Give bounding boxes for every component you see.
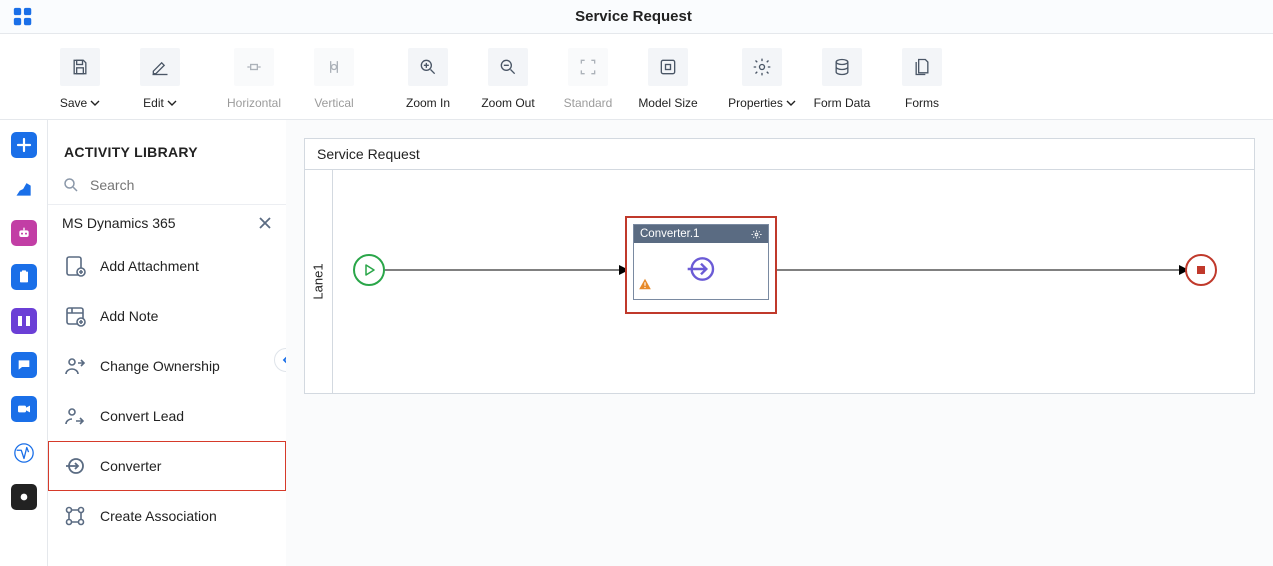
lib-item-create-association[interactable]: Create Association xyxy=(48,491,286,541)
search-input[interactable] xyxy=(90,177,250,193)
lib-item-change-ownership[interactable]: Change Ownership xyxy=(48,341,286,391)
video-icon[interactable] xyxy=(11,396,37,422)
edit-button[interactable]: Edit xyxy=(120,48,200,110)
pencil-icon xyxy=(150,57,170,77)
lane-header[interactable]: Lane1 xyxy=(305,170,333,393)
process-canvas[interactable]: Service Request Lane1 Converter.1 xyxy=(304,138,1255,394)
form-data-button[interactable]: Form Data xyxy=(802,48,882,110)
properties-button[interactable]: Properties xyxy=(722,48,802,110)
note-icon xyxy=(62,303,88,329)
end-node[interactable] xyxy=(1185,254,1217,286)
stop-icon xyxy=(1197,266,1205,274)
chevron-down-icon xyxy=(90,98,100,108)
columns-icon[interactable] xyxy=(11,308,37,334)
gear-icon[interactable] xyxy=(751,229,762,240)
connector-arrow xyxy=(777,264,1189,276)
lane-label: Lane1 xyxy=(311,263,326,299)
fit-standard-icon xyxy=(578,57,598,77)
save-button[interactable]: Save xyxy=(40,48,120,110)
play-icon xyxy=(363,264,375,276)
forms-button[interactable]: Forms xyxy=(882,48,962,110)
wordpress-icon[interactable] xyxy=(11,440,37,466)
vertical-button: Vertical xyxy=(294,48,374,110)
model-size-button[interactable]: Model Size xyxy=(628,48,708,110)
sidebar-title: ACTIVITY LIBRARY xyxy=(48,136,286,172)
zoom-in-button[interactable]: Zoom In xyxy=(388,48,468,110)
clipboard-icon[interactable] xyxy=(11,264,37,290)
search-icon xyxy=(62,176,80,194)
page-title: Service Request xyxy=(34,8,1273,25)
attachment-icon xyxy=(62,253,88,279)
zoom-out-icon xyxy=(498,57,518,77)
camera-icon[interactable] xyxy=(11,484,37,510)
align-vertical-icon xyxy=(324,57,344,77)
lib-item-label: Converter xyxy=(100,458,161,474)
apps-waffle-icon[interactable] xyxy=(12,6,34,28)
documents-icon xyxy=(912,57,932,77)
close-icon[interactable] xyxy=(258,216,272,230)
standard-button: Standard xyxy=(548,48,628,110)
category-label: MS Dynamics 365 xyxy=(62,215,176,231)
chat-icon[interactable] xyxy=(11,352,37,378)
lib-item-label: Create Association xyxy=(100,508,217,524)
warning-icon xyxy=(638,277,652,291)
lib-item-label: Add Attachment xyxy=(100,258,199,274)
zoom-out-button[interactable]: Zoom Out xyxy=(468,48,548,110)
activity-node[interactable]: Converter.1 xyxy=(625,216,777,314)
lib-item-label: Convert Lead xyxy=(100,408,184,424)
lib-item-convert-lead[interactable]: Convert Lead xyxy=(48,391,286,441)
analytics-icon[interactable] xyxy=(11,176,37,202)
gear-icon xyxy=(752,57,772,77)
lib-item-label: Add Note xyxy=(100,308,158,324)
horizontal-button: Horizontal xyxy=(214,48,294,110)
lib-item-converter[interactable]: Converter xyxy=(48,441,286,491)
chevron-down-icon xyxy=(167,98,177,108)
converter-icon xyxy=(685,253,717,285)
association-icon xyxy=(62,503,88,529)
bot-icon[interactable] xyxy=(11,220,37,246)
ownership-icon xyxy=(62,353,88,379)
model-size-icon xyxy=(658,57,678,77)
lib-item-add-attachment[interactable]: Add Attachment xyxy=(48,241,286,291)
converter-icon xyxy=(62,453,88,479)
canvas-title: Service Request xyxy=(305,139,1254,170)
start-node[interactable] xyxy=(353,254,385,286)
activity-name: Converter.1 xyxy=(640,228,699,240)
convert-lead-icon xyxy=(62,403,88,429)
lib-item-add-note[interactable]: Add Note xyxy=(48,291,286,341)
connector-arrow xyxy=(385,264,629,276)
align-horizontal-icon xyxy=(244,57,264,77)
chevron-down-icon xyxy=(786,98,796,108)
save-icon xyxy=(70,57,90,77)
add-button[interactable] xyxy=(11,132,37,158)
lib-item-label: Change Ownership xyxy=(100,358,220,374)
zoom-in-icon xyxy=(418,57,438,77)
database-icon xyxy=(832,57,852,77)
